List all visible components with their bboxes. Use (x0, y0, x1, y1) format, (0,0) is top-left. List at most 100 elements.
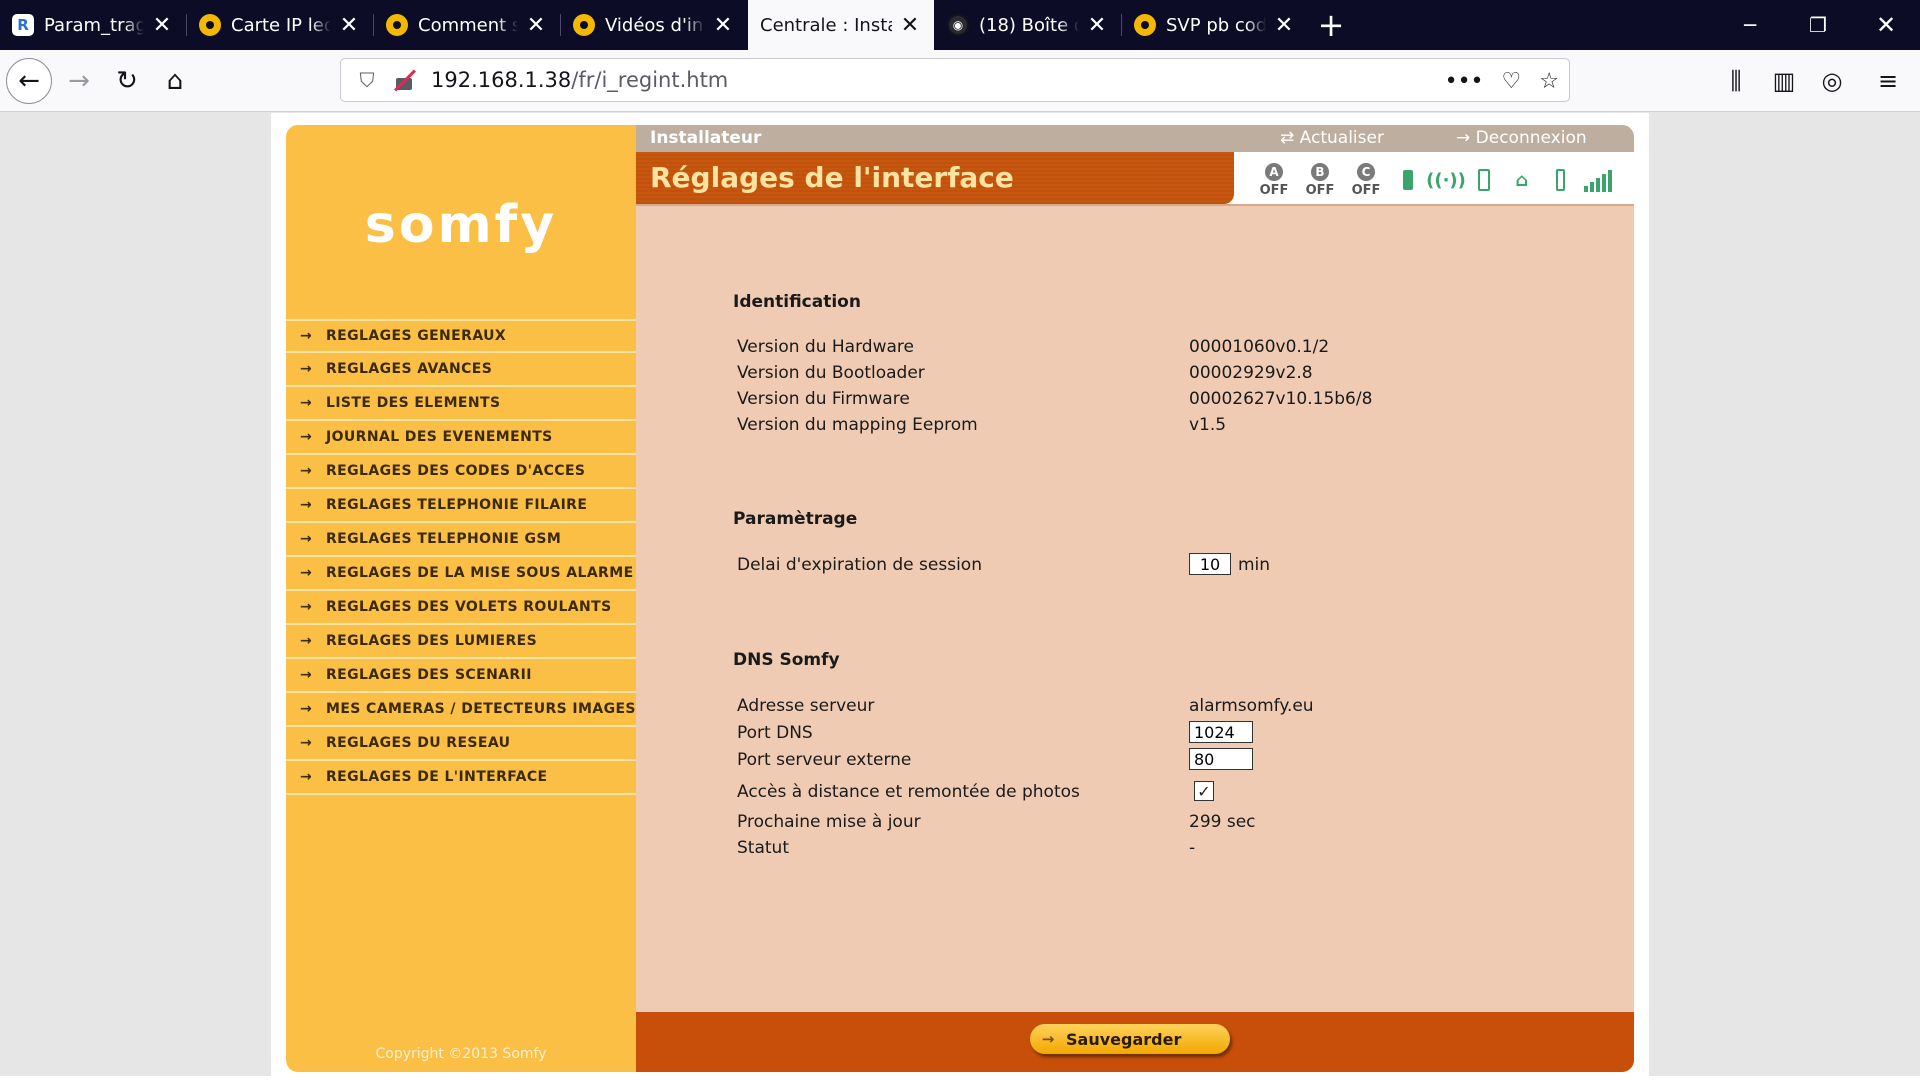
remote-access-label: Accès à distance et remontée de photos (737, 782, 1080, 802)
copyright: Copyright ©2013 Somfy (375, 1046, 547, 1062)
port-dns-label: Port DNS (737, 723, 813, 743)
next-update-value: 299 sec (1189, 812, 1256, 832)
bookmark-star-icon[interactable]: ☆ (1539, 69, 1559, 94)
page-viewport: somfy → REGLAGES GENERAUX → REGLAGES AVANC… (0, 113, 1920, 1080)
sidebar-icon[interactable]: ▥ (1760, 58, 1808, 104)
sidebar-item-label: REGLAGES GENERAUX (326, 328, 507, 344)
account-icon[interactable]: ◎ (1808, 58, 1856, 104)
url-text[interactable]: 192.168.1.38/fr/i_regint.htm (431, 68, 728, 92)
title-band: Réglages de l'interface (636, 152, 1234, 204)
zone-a-state: OFF (1259, 182, 1289, 198)
tab-title: (18) Boîte de réce (979, 14, 1079, 36)
section-title-dns: DNS Somfy (733, 650, 840, 670)
reload-button[interactable]: ↻ (104, 58, 150, 104)
sidebar-item-label: JOURNAL DES EVENEMENTS (326, 429, 553, 445)
arrow-right-icon: → (300, 395, 313, 411)
phone-icon (1548, 165, 1572, 195)
mail-icon: ◉ (947, 14, 969, 36)
url-host: 192.168.1.38 (431, 68, 572, 92)
gsm-signal-icon (1584, 165, 1612, 195)
sidebar-item-lumieres[interactable]: → REGLAGES DES LUMIERES (286, 625, 636, 659)
footer-bar: → Sauvegarder (636, 1012, 1634, 1072)
save-label: Sauvegarder (1066, 1029, 1182, 1049)
sidebar-item-telephonie-filaire[interactable]: → REGLAGES TELEPHONIE FILAIRE (286, 489, 636, 523)
arrow-right-icon: → (300, 667, 313, 683)
sidebar-item-volets-roulants[interactable]: → REGLAGES DES VOLETS ROULANTS (286, 591, 636, 625)
arrow-right-icon: → (300, 633, 313, 649)
status-value: - (1189, 838, 1196, 858)
circle-icon (573, 14, 595, 36)
arrow-right-icon: → (68, 66, 90, 96)
divider (636, 204, 1634, 206)
sidebar-item-label: REGLAGES DU RESEAU (326, 735, 511, 751)
home-icon: ⌂ (166, 66, 184, 96)
window-close-icon[interactable]: ✕ (1852, 0, 1920, 50)
arrow-left-icon: ← (18, 66, 40, 96)
session-timeout-label: Delai d'expiration de session (737, 555, 982, 575)
port-dns-input[interactable] (1189, 721, 1253, 743)
sidebar-item-cameras[interactable]: → MES CAMERAS / DETECTEURS IMAGES (286, 693, 636, 727)
sidebar-item-reglages-avances[interactable]: → REGLAGES AVANCES (286, 353, 636, 387)
remote-access-checkbox[interactable]: ✓ (1194, 781, 1214, 801)
zone-c-icon: C (1357, 162, 1375, 181)
port-ext-label: Port serveur externe (737, 750, 912, 770)
sidebar-item-label: REGLAGES DES CODES D'ACCES (326, 463, 586, 479)
close-icon[interactable]: ✕ (337, 13, 361, 38)
sidebar-item-liste-elements[interactable]: → LISTE DES ELEMENTS (286, 387, 636, 421)
browser-tab-active[interactable]: Centrale : Installateur ✕ (748, 0, 934, 50)
sidebar-item-telephonie-gsm[interactable]: → REGLAGES TELEPHONIE GSM (286, 523, 636, 557)
refresh-link[interactable]: ⇄ Actualiser (1280, 128, 1384, 148)
restore-icon[interactable]: ❐ (1784, 0, 1852, 50)
close-icon[interactable]: ✕ (150, 13, 174, 38)
sidebar-item-reglages-generaux[interactable]: → REGLAGES GENERAUX (286, 319, 636, 353)
shield-icon[interactable]: ⛉ (355, 68, 379, 92)
sidebar-item-scenarii[interactable]: → REGLAGES DES SCENARII (286, 659, 636, 693)
sidebar-item-journal-evenements[interactable]: → JOURNAL DES EVENEMENTS (286, 421, 636, 455)
pocket-icon[interactable]: ♡ (1502, 69, 1522, 94)
zone-b-status: B OFF (1304, 162, 1336, 198)
back-button[interactable]: ← (6, 58, 52, 104)
firmware-version-value: 00002627v10.15b6/8 (1189, 389, 1373, 409)
hardware-version-value: 00001060v0.1/2 (1189, 337, 1330, 357)
circle-icon (1134, 14, 1156, 36)
forward-button[interactable]: → (56, 58, 102, 104)
browser-tab[interactable]: Vidéos d'installati ✕ (561, 0, 747, 50)
zone-a-icon: A (1265, 162, 1283, 181)
address-bar[interactable]: ⛉ 192.168.1.38/fr/i_regint.htm ••• ♡ ☆ (340, 58, 1570, 102)
browser-tab[interactable]: ◉ (18) Boîte de réce ✕ (935, 0, 1121, 50)
browser-tab[interactable]: SVP pb code carte ✕ (1122, 0, 1308, 50)
sidebar-item-interface[interactable]: → REGLAGES DE L'INTERFACE (286, 761, 636, 795)
sidebar-item-label: REGLAGES DE L'INTERFACE (326, 769, 548, 785)
logout-link[interactable]: → Deconnexion (1456, 128, 1587, 148)
browser-tab[interactable]: R Param_trage_SFR ✕ (0, 0, 186, 50)
new-tab-button[interactable]: + (1306, 0, 1356, 50)
server-address-label: Adresse serveur (737, 696, 875, 716)
port-ext-input[interactable] (1189, 748, 1253, 770)
sidebar-item-reseau[interactable]: → REGLAGES DU RESEAU (286, 727, 636, 761)
menu-icon[interactable]: ≡ (1856, 58, 1920, 104)
page-actions-icon[interactable]: ••• (1445, 69, 1484, 94)
home-button[interactable]: ⌂ (152, 58, 198, 104)
close-icon[interactable]: ✕ (711, 13, 735, 38)
close-icon[interactable]: ✕ (524, 13, 548, 38)
zone-b-state: OFF (1305, 182, 1335, 198)
sidebar-item-label: REGLAGES DES LUMIERES (326, 633, 538, 649)
library-icon[interactable]: ⫼ (1712, 58, 1760, 104)
close-icon[interactable]: ✕ (1085, 13, 1109, 38)
sidebar-item-mise-sous-alarme[interactable]: → REGLAGES DE LA MISE SOUS ALARME (286, 557, 636, 591)
bootloader-version-value: 00002929v2.8 (1189, 363, 1313, 383)
insecure-lock-icon[interactable] (393, 69, 415, 91)
radio-signal-icon: ((·)) (1426, 169, 1466, 191)
browser-tab[interactable]: Comment se reco ✕ (374, 0, 560, 50)
close-icon[interactable]: ✕ (898, 13, 922, 38)
status-strip (0, 1076, 1920, 1080)
minimize-icon[interactable]: ─ (1716, 0, 1784, 50)
session-timeout-input[interactable] (1189, 553, 1231, 575)
sidebar-item-codes-acces[interactable]: → REGLAGES DES CODES D'ACCES (286, 455, 636, 489)
save-button[interactable]: → Sauvegarder (1030, 1024, 1230, 1054)
somfy-logo[interactable]: somfy (286, 195, 636, 255)
sidebar-menu: → REGLAGES GENERAUX → REGLAGES AVANCES → LI… (286, 319, 636, 795)
close-icon[interactable]: ✕ (1272, 13, 1296, 38)
sidebar-item-label: REGLAGES DES SCENARII (326, 667, 532, 683)
browser-tab[interactable]: Carte IP led rouge ✕ (187, 0, 373, 50)
